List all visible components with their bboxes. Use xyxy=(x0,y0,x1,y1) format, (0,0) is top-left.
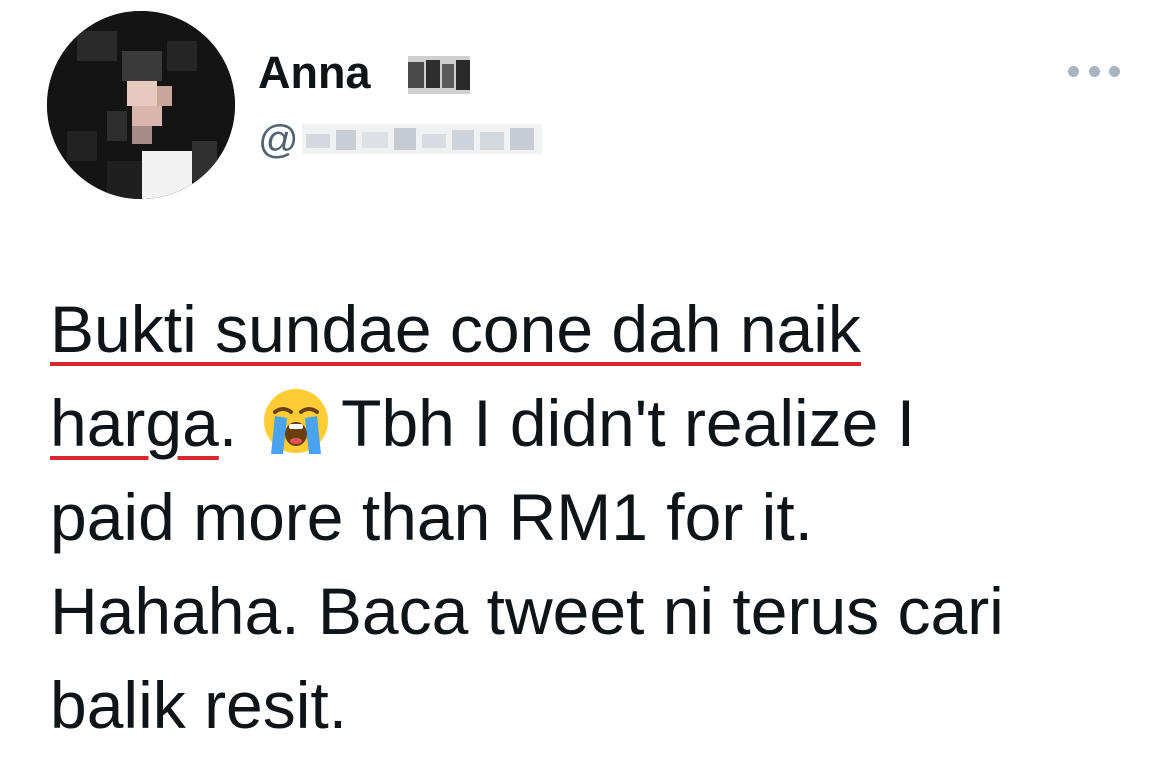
avatar-pixelated-image xyxy=(47,11,235,199)
underlined-text: harga xyxy=(50,386,219,460)
tweet-text-line: paid more than RM1 for it. xyxy=(50,480,813,554)
tweet-text-line: harga. Tbh I didn't realize I xyxy=(50,376,1150,470)
loudly-crying-face-icon xyxy=(261,386,331,456)
tweet-text: Bukti sundae cone dah naik harga. Tbh I … xyxy=(50,282,1150,752)
tweet-text-period: . xyxy=(218,386,238,460)
tweet-text-line: balik resit. xyxy=(50,668,348,742)
more-horizontal-icon-dot xyxy=(1109,65,1120,77)
tweet-text-line: Bukti sundae cone dah naik xyxy=(50,282,1150,376)
handle-redaction-blur xyxy=(302,124,542,154)
handle-prefix: @ xyxy=(258,118,299,162)
name-redaction-blur xyxy=(408,56,470,94)
more-horizontal-icon xyxy=(1068,65,1079,77)
tweet-text-line: Hahaha. Baca tweet ni terus cari xyxy=(50,574,1004,648)
more-horizontal-icon-dot xyxy=(1088,65,1100,77)
more-options-button[interactable] xyxy=(1068,58,1120,84)
display-name[interactable]: Anna xyxy=(258,46,371,100)
handle[interactable]: @ xyxy=(258,116,299,164)
underlined-text: Bukti sundae cone dah naik xyxy=(50,292,861,366)
tweet-text-line2-rest: Tbh I didn't realize I xyxy=(341,386,916,460)
avatar[interactable] xyxy=(47,11,235,199)
